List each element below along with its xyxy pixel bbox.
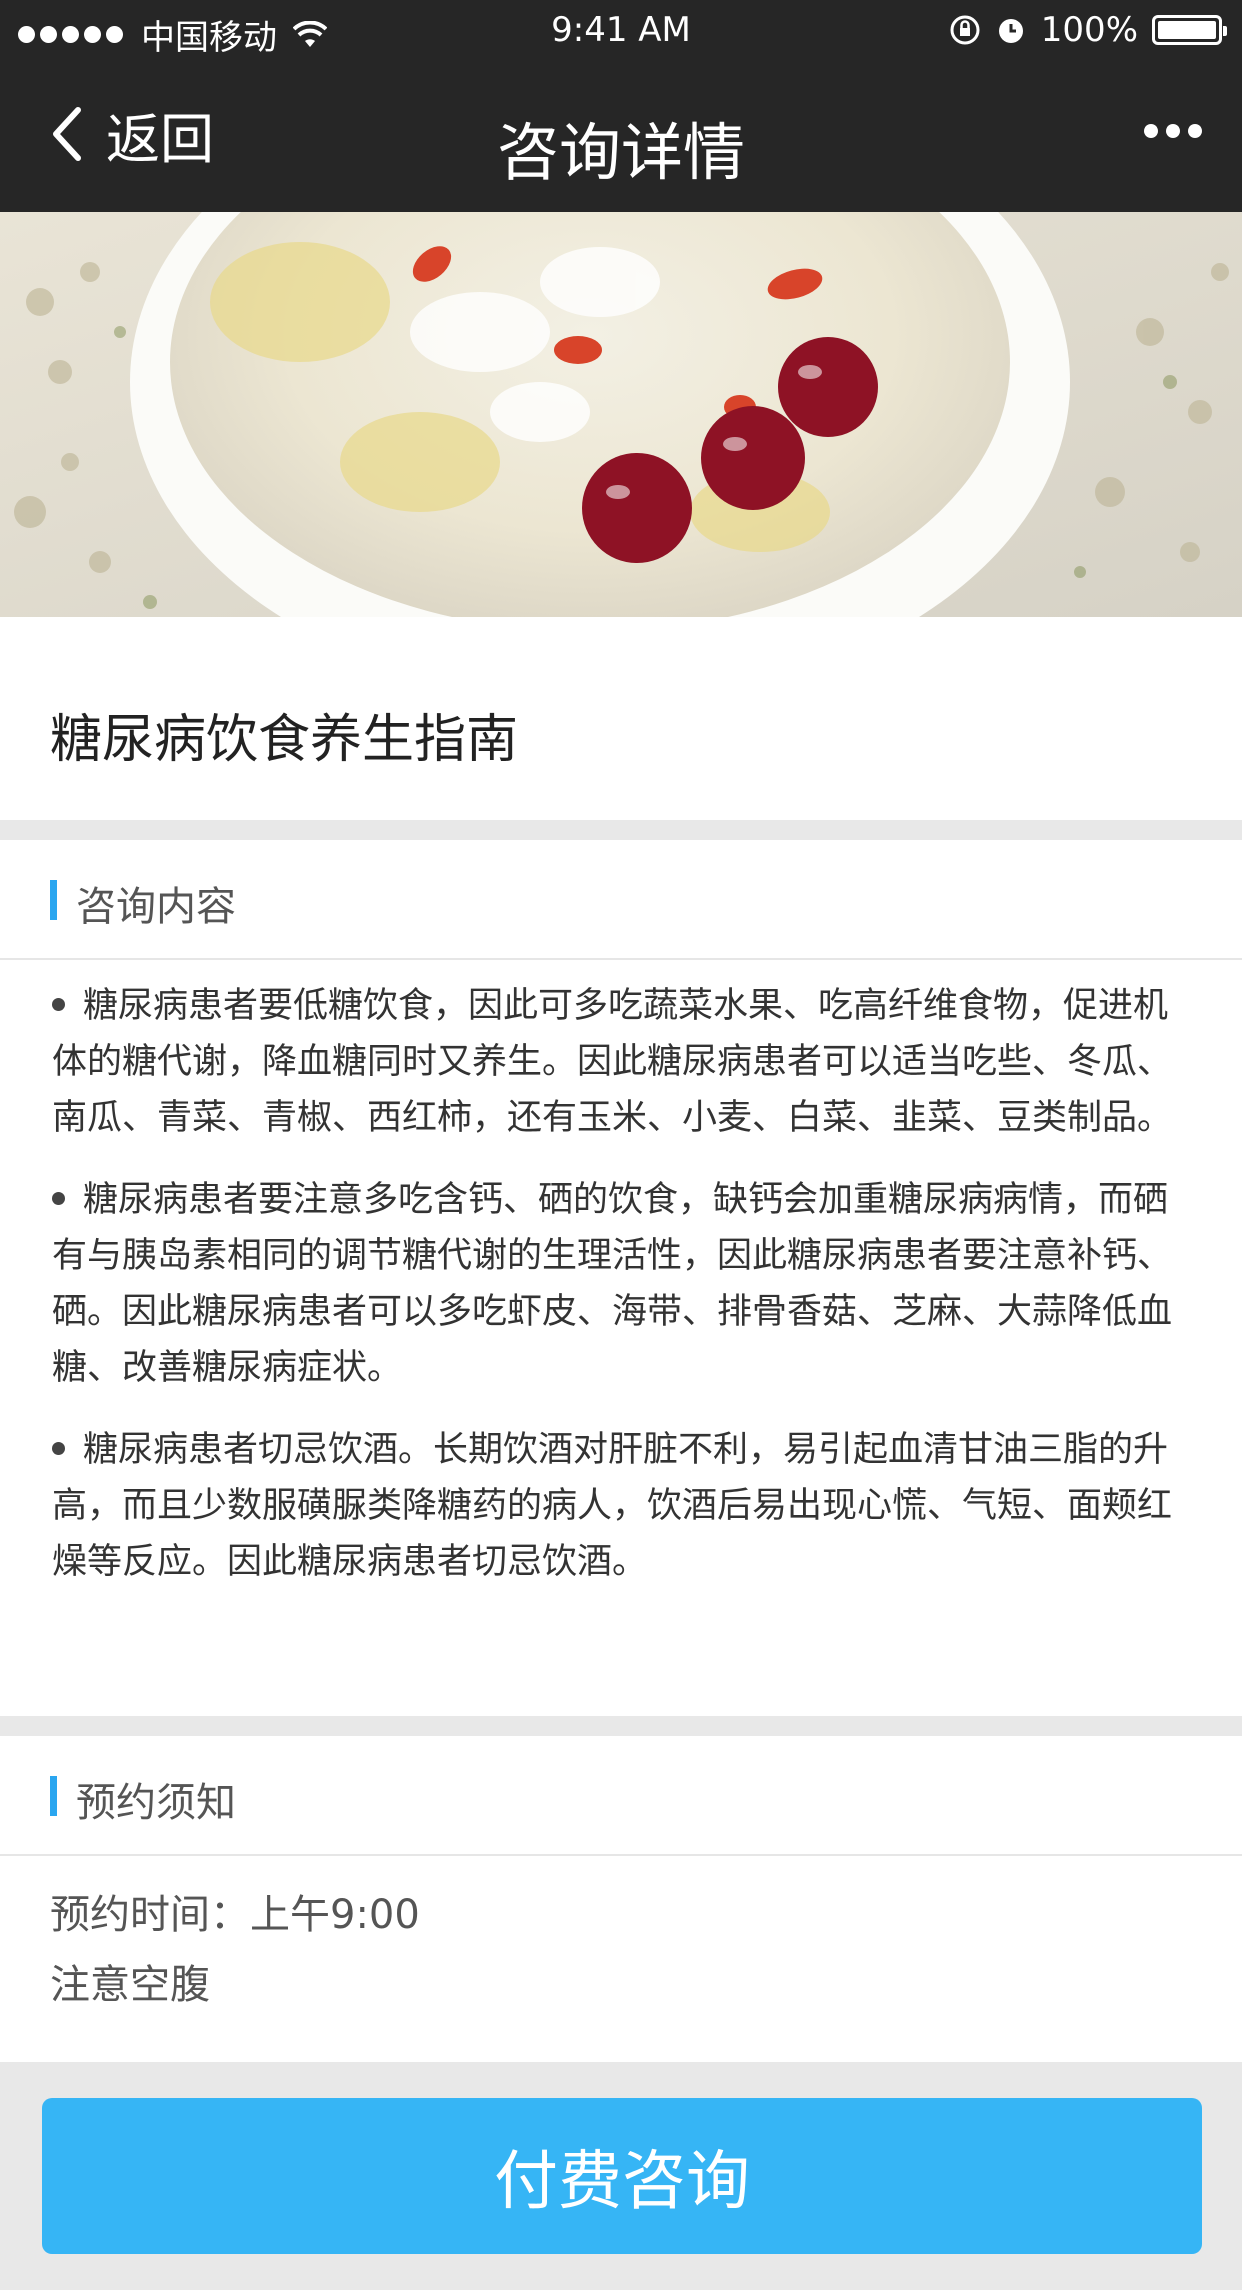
consult-section-header: 咨询内容: [0, 840, 1242, 960]
notice-section-header: 预约须知: [0, 1736, 1242, 1856]
consult-paragraph: 糖尿病患者要注意多吃含钙、硒的饮食，缺钙会加重糖尿病病情，而硒有与胰岛素相同的调…: [52, 1172, 1192, 1396]
hero-image: [0, 212, 1242, 617]
paragraph-text: 糖尿病患者切忌饮酒。长期饮酒对肝脏不利，易引起血清甘油三脂的升高，而且少数服磺脲…: [52, 1430, 1173, 1582]
nav-bar: 返回 咨询详情: [0, 64, 1242, 212]
notice-content: 预约时间：上午9:00 注意空腹: [0, 1856, 1242, 2044]
bullet-icon: [52, 1441, 65, 1455]
notice-section-title: 预约须知: [76, 1780, 236, 1826]
consult-section: 咨询内容 糖尿病患者要低糖饮食，因此可多吃蔬菜水果、吃高纤维食物，促进机体的糖代…: [0, 840, 1242, 1716]
page-title: 咨询详情: [496, 116, 745, 189]
article-title: 糖尿病饮食养生指南: [50, 710, 519, 770]
paragraph-text: 糖尿病患者要注意多吃含钙、硒的饮食，缺钙会加重糖尿病病情，而硒有与胰岛素相同的调…: [52, 1180, 1173, 1388]
bottom-action-bar: 付费咨询: [0, 2062, 1242, 2290]
section-accent-bar: [50, 1776, 57, 1816]
paragraph-text: 糖尿病患者要低糖饮食，因此可多吃蔬菜水果、吃高纤维食物，促进机体的糖代谢，降血糖…: [52, 986, 1173, 1138]
consult-section-title: 咨询内容: [76, 884, 236, 930]
appointment-time: 预约时间：上午9:00: [50, 1892, 420, 1938]
battery-icon: [1152, 15, 1227, 45]
bullet-icon: [52, 1191, 65, 1205]
status-bar: 中国移动 9:41 AM 100%: [0, 0, 1242, 64]
section-accent-bar: [50, 880, 57, 920]
consult-content: 糖尿病患者要低糖饮食，因此可多吃蔬菜水果、吃高纤维食物，促进机体的糖代谢，降血糖…: [0, 960, 1242, 1590]
notice-section: 预约须知 预约时间：上午9:00 注意空腹: [0, 1736, 1242, 2062]
status-right: 100%: [949, 10, 1227, 50]
more-dots-icon[interactable]: [1144, 124, 1202, 138]
fasting-note: 注意空腹: [50, 1962, 210, 2008]
alarm-icon: [998, 19, 1023, 43]
paid-consult-button[interactable]: 付费咨询: [42, 2098, 1202, 2254]
battery-percent: 100%: [1040, 10, 1138, 50]
article-title-block: 糖尿病饮食养生指南: [0, 617, 1242, 820]
bullet-icon: [52, 997, 65, 1011]
consult-paragraph: 糖尿病患者要低糖饮食，因此可多吃蔬菜水果、吃高纤维食物，促进机体的糖代谢，降血糖…: [52, 978, 1192, 1146]
consult-paragraph: 糖尿病患者切忌饮酒。长期饮酒对肝脏不利，易引起血清甘油三脂的升高，而且少数服磺脲…: [52, 1422, 1192, 1590]
orientation-lock-icon: [950, 15, 980, 45]
